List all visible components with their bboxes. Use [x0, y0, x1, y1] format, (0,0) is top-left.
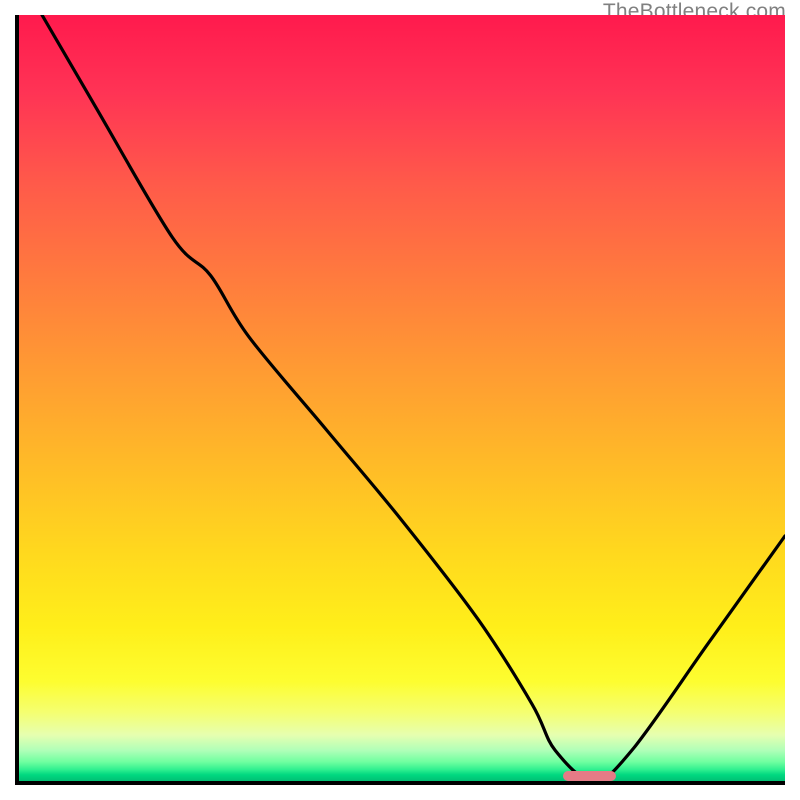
- bottleneck-curve-svg: [19, 15, 785, 781]
- bottleneck-curve-path: [42, 15, 785, 781]
- optimal-region-marker: [563, 771, 617, 781]
- chart-container: TheBottleneck.com: [0, 0, 800, 800]
- plot-area: [15, 15, 785, 785]
